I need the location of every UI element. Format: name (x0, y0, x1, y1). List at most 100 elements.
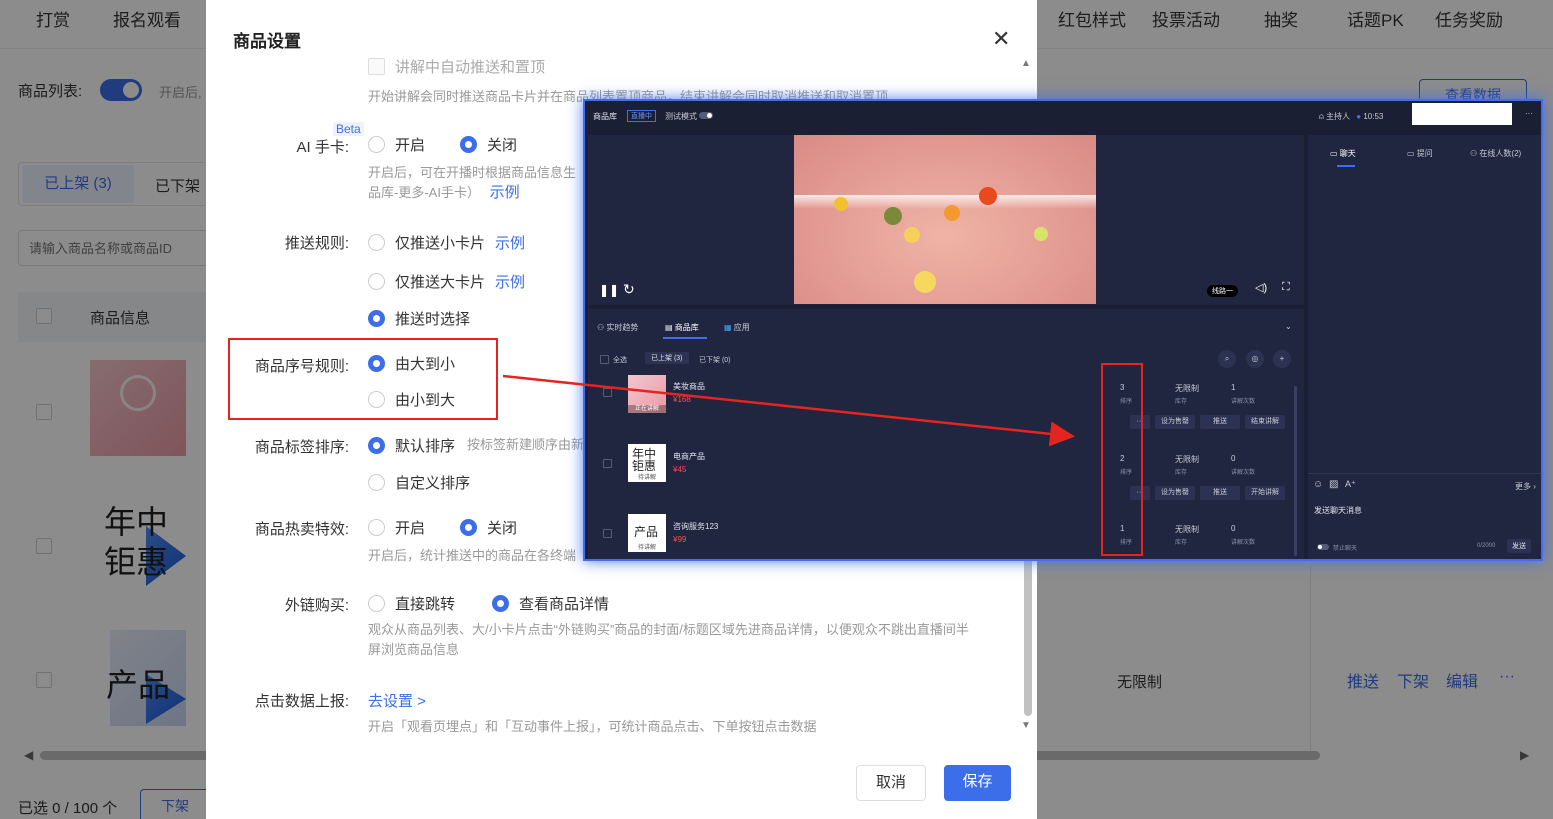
tab-label: 提问 (1416, 149, 1433, 158)
host-label: ⍝ 主持人 ● 10:53 (1319, 111, 1383, 122)
explain-count-label: 讲解次数 (1231, 470, 1256, 476)
hot-effect-on-radio[interactable]: 开启 (368, 517, 425, 538)
radio-label: 默认排序 (395, 438, 456, 455)
radio-icon (368, 234, 385, 251)
image-icon[interactable]: ▨ (1329, 479, 1338, 490)
product-checkbox[interactable] (603, 459, 612, 468)
people-icon: ⚇ (597, 323, 607, 332)
example-link[interactable]: 示例 (495, 271, 525, 292)
tab-underline (663, 337, 707, 339)
radio-label: 查看商品详情 (519, 596, 610, 613)
sold-out-button[interactable]: 设为售罄 (1155, 486, 1195, 500)
radio-label: 自定义排序 (395, 475, 471, 492)
tag-sort-default-radio[interactable]: 默认排序 (368, 435, 455, 456)
close-icon[interactable]: ✕ (992, 26, 1010, 52)
product-explain-count: 0 (1231, 524, 1236, 533)
hot-effect-off-radio[interactable]: 关闭 (460, 517, 517, 538)
pause-icon[interactable]: ❚❚ (599, 283, 619, 297)
tab-chat[interactable]: ▭ 聊天 (1330, 148, 1356, 159)
click-report-hint: 开启「观看页埋点」和「互动事件上报」，可统计商品点击、下单按钮点击数据 (368, 719, 817, 734)
product-stock: 无限制 (1175, 455, 1199, 464)
sold-out-button[interactable]: 设为售罄 (1155, 415, 1195, 429)
cancel-button[interactable]: 取消 (856, 765, 926, 801)
go-settings-link[interactable]: 去设置 > (368, 690, 426, 711)
emoji-icon[interactable]: ☺ (1313, 479, 1323, 490)
add-icon[interactable]: + (1273, 350, 1291, 368)
product-checkbox[interactable] (603, 388, 612, 397)
end-explain-button[interactable]: 结束讲解 (1245, 415, 1285, 429)
font-size-icon[interactable]: A⁺ (1345, 479, 1356, 490)
chat-input[interactable]: 发送聊天消息 (1314, 505, 1362, 516)
stock-label: 库存 (1175, 399, 1188, 405)
settings-icon[interactable]: ◎ (1246, 350, 1264, 368)
live-studio-preview: 商品库 直播中 测试模式 ⍝ 主持人 ● 10:53 ··· ❚❚ ↻ 线路一 … (583, 99, 1543, 561)
explain-count-label: 讲解次数 (1231, 399, 1256, 405)
push-choose-radio[interactable]: 推送时选择 (368, 308, 470, 329)
direct-jump-radio[interactable]: 直接跳转 (368, 593, 455, 614)
start-explain-button[interactable]: 开始讲解 (1245, 486, 1285, 500)
tag-sort-custom-radio[interactable]: 自定义排序 (368, 472, 470, 493)
external-link-hint: 观众从商品列表、大/小卡片点击“外链购买”商品的封面/标题区域先进商品详情，以便… (368, 622, 969, 637)
annotation-box (1101, 363, 1143, 556)
select-all-checkbox[interactable] (600, 355, 609, 364)
tab-realtime-trend[interactable]: ⚇ 实时趋势 (597, 322, 638, 333)
user-icon: ⍝ (1319, 112, 1324, 121)
push-button[interactable]: 推送 (1200, 415, 1240, 429)
product-name: 咨询服务123 (673, 522, 719, 531)
ai-card-on-radio[interactable]: 开启 (368, 134, 425, 155)
test-mode-toggle[interactable] (699, 112, 713, 119)
line-select[interactable]: 线路一 (1207, 285, 1238, 297)
tab-question[interactable]: ▭ 提问 (1407, 148, 1433, 159)
radio-label: 关闭 (487, 520, 518, 537)
beta-badge: Beta (333, 122, 364, 136)
radio-label: 仅推送大卡片 (395, 274, 486, 291)
box-icon: ▤ (665, 323, 675, 332)
send-button[interactable]: 发送 (1507, 539, 1531, 553)
scroll-up-arrow[interactable]: ▲ (1021, 58, 1031, 69)
ai-card-example-link[interactable]: 示例 (490, 184, 520, 201)
chat-more-button[interactable]: 更多 › (1515, 481, 1536, 492)
chevron-down-icon[interactable]: ⌄ (1285, 322, 1292, 331)
test-mode-label: 测试模式 (665, 112, 697, 121)
scroll-down-arrow[interactable]: ▼ (1021, 720, 1031, 731)
tag-sort-hint: 按标签新建顺序由新 (467, 437, 585, 452)
fullscreen-icon[interactable]: ⛶ (1282, 281, 1290, 294)
chat-icon: ▭ (1330, 149, 1340, 158)
view-detail-radio[interactable]: 查看商品详情 (492, 593, 609, 614)
radio-icon (368, 310, 385, 327)
product-list-scrollbar[interactable] (1294, 386, 1297, 556)
tab-label: 实时趋势 (606, 323, 639, 332)
external-link-hint-2: 屏浏览商品信息 (368, 642, 460, 657)
tab-online-users[interactable]: ⚇ 在线人数(2) (1470, 148, 1521, 159)
volume-icon[interactable]: ◁) (1255, 281, 1267, 294)
more-icon[interactable]: ··· (1525, 109, 1533, 118)
example-link[interactable]: 示例 (495, 232, 525, 253)
chat-panel (1308, 135, 1541, 559)
product-explain-count: 0 (1231, 454, 1236, 463)
product-name: 美妆商品 (673, 382, 705, 391)
radio-label: 开启 (395, 520, 426, 537)
search-icon[interactable]: ⌕ (1218, 350, 1236, 368)
refresh-icon[interactable]: ↻ (623, 281, 635, 298)
push-small-card-radio[interactable]: 仅推送小卡片 示例 (368, 232, 525, 253)
sub-tab-delisted[interactable]: 已下架 (0) (699, 355, 731, 365)
product-checkbox[interactable] (603, 529, 612, 538)
tab-label: 应用 (733, 323, 750, 332)
stock-label: 库存 (1175, 540, 1188, 546)
tab-apps[interactable]: ▦ 应用 (724, 322, 750, 333)
auto-push-checkbox[interactable]: 讲解中自动推送和置顶 (368, 56, 545, 77)
char-count: 0/2000 (1477, 543, 1496, 549)
push-large-card-radio[interactable]: 仅推送大卡片 示例 (368, 271, 525, 292)
live-badge: 直播中 (627, 110, 656, 122)
sub-tab-listed[interactable]: 已上架 (3) (645, 352, 689, 364)
radio-label: 推送时选择 (395, 311, 471, 328)
radio-label: 关闭 (487, 137, 518, 154)
hot-effect-hint: 开启后，统计推送中的商品在各终端 (368, 548, 577, 563)
radio-icon (368, 519, 385, 536)
radio-label: 开启 (395, 137, 426, 154)
mute-toggle[interactable] (1317, 544, 1329, 550)
save-button[interactable]: 保存 (944, 765, 1011, 801)
push-button[interactable]: 推送 (1200, 486, 1240, 500)
tab-product-library[interactable]: ▤ 商品库 (665, 322, 699, 333)
ai-card-off-radio[interactable]: 关闭 (460, 134, 517, 155)
